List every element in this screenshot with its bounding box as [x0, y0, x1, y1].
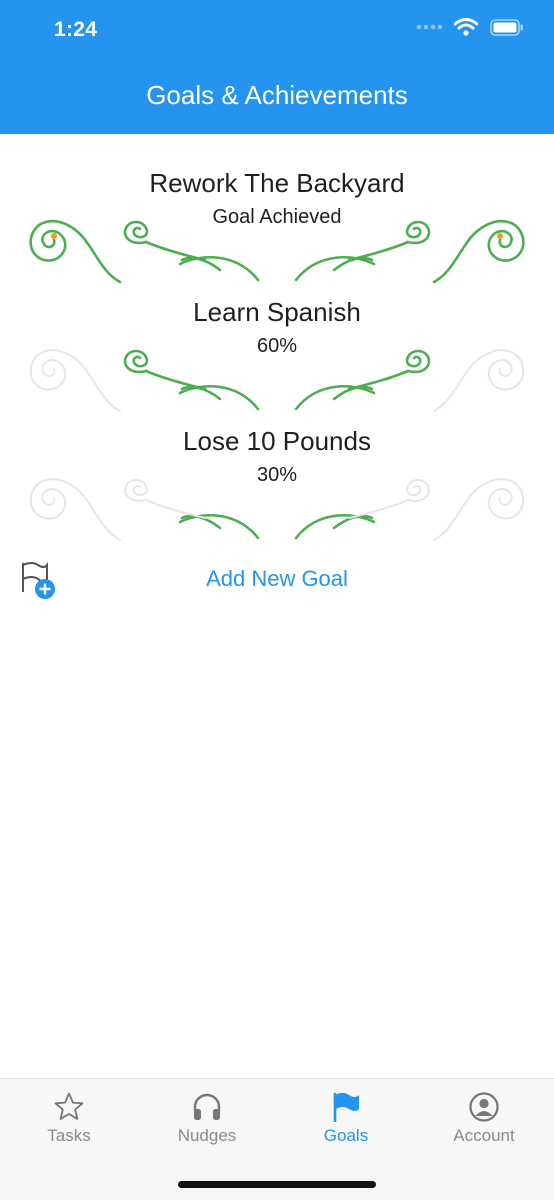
goal-title: Rework The Backyard — [149, 168, 405, 198]
goal-item[interactable]: Learn Spanish 60% — [0, 297, 554, 417]
goals-screen: 1:24 Goals & Achievements Rework The Bac… — [0, 0, 554, 1200]
goal-item[interactable]: Lose 10 Pounds 30% — [0, 426, 554, 546]
tab-tasks[interactable]: Tasks — [9, 1091, 129, 1151]
page-title: Goals & Achievements — [146, 80, 408, 110]
ornament-right-segment — [432, 219, 510, 284]
signal-icon — [416, 24, 442, 30]
status-icons — [416, 18, 524, 36]
ornament-right-segment — [348, 499, 409, 519]
goal-item[interactable]: Rework The Backyard Goal Achieved — [0, 168, 554, 288]
status-time: 1:24 — [54, 18, 98, 41]
ornament-right-segment — [433, 478, 509, 541]
headphones-icon — [193, 1093, 221, 1120]
ornament-left-segment — [44, 219, 122, 284]
tab-goals-label: Goals — [323, 1126, 369, 1145]
flag-icon — [333, 1092, 359, 1122]
tab-goals[interactable]: Goals — [286, 1091, 406, 1151]
achieved-dot — [51, 233, 57, 239]
goal-title: Learn Spanish — [193, 297, 361, 327]
home-indicator — [178, 1181, 376, 1188]
tab-tasks-label: Tasks — [47, 1126, 91, 1145]
tab-account-label: Account — [453, 1126, 515, 1145]
ornament-right-segment — [433, 349, 509, 412]
wifi-icon — [454, 18, 478, 36]
account-circle-icon — [469, 1092, 499, 1122]
goal-title: Lose 10 Pounds — [183, 426, 371, 456]
goal-status: 60% — [256, 335, 298, 357]
goal-status: 30% — [256, 464, 298, 486]
tab-nudges[interactable]: Nudges — [147, 1091, 267, 1151]
goal-status: Goal Achieved — [212, 206, 342, 228]
star-icon — [54, 1092, 84, 1120]
ornament-left-segment — [144, 369, 207, 391]
achieved-dot — [497, 233, 503, 239]
add-new-goal-label: Add New Goal — [206, 566, 348, 591]
ornament-left-segment — [145, 499, 206, 519]
ornament-right-segment — [347, 369, 410, 391]
battery-icon — [490, 18, 523, 36]
app-header: 1:24 Goals & Achievements — [0, 0, 554, 134]
ornament-right-segment — [347, 240, 410, 262]
ornament-left-segment — [45, 349, 121, 412]
tab-account[interactable]: Account — [424, 1091, 544, 1151]
ornament-left-segment — [45, 478, 121, 541]
ornament-left-segment — [144, 240, 207, 262]
tab-nudges-label: Nudges — [177, 1126, 237, 1145]
add-new-goal-button[interactable]: Add New Goal — [0, 558, 554, 602]
